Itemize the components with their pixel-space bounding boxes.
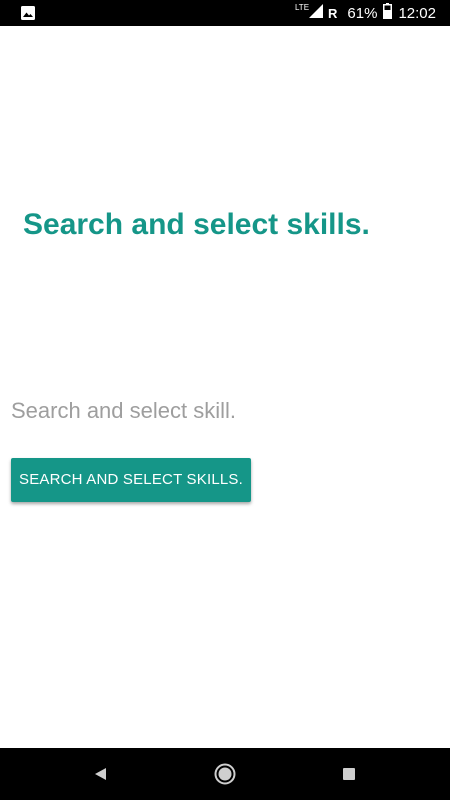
status-bar: LTE R 61% 12:02 — [0, 0, 450, 26]
recents-icon[interactable] — [335, 760, 363, 788]
battery-percentage: 61% — [347, 4, 378, 22]
signal-icon — [309, 4, 324, 22]
image-icon — [20, 5, 36, 21]
network-type: LTE — [294, 2, 310, 12]
app-screen: LTE R 61% 12:02 Search and select skills… — [0, 0, 450, 800]
status-indicators: LTE R 61% 12:02 — [295, 0, 436, 26]
signal-indicator: LTE R — [294, 2, 338, 22]
search-select-skills-button[interactable]: SEARCH AND SELECT SKILLS. — [11, 458, 251, 502]
navigation-bar — [0, 748, 450, 800]
back-icon[interactable] — [86, 760, 114, 788]
page-title: Search and select skills. — [23, 208, 370, 241]
home-icon[interactable] — [211, 760, 239, 788]
battery-icon — [383, 3, 393, 23]
roaming-indicator: R — [328, 5, 338, 21]
skill-hint-text: Search and select skill. — [11, 398, 236, 423]
clock: 12:02 — [398, 4, 436, 22]
